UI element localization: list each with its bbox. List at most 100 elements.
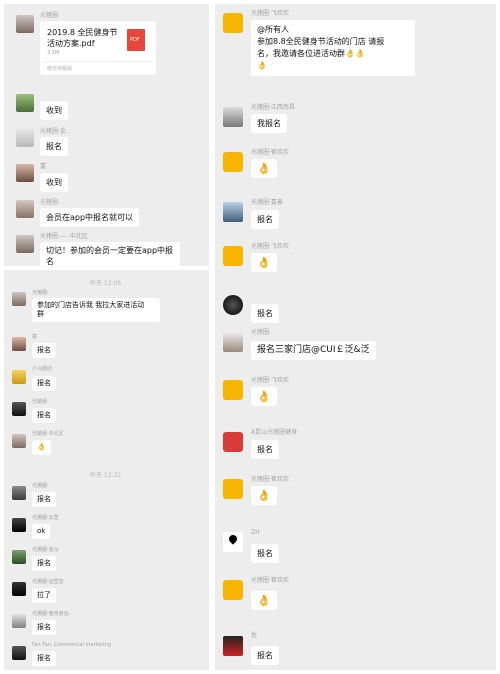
avatar[interactable]	[12, 370, 26, 384]
sender-name: 光猪圈·	[40, 199, 60, 206]
message-text-line: 参加的门店告诉我 我拉大家进活动	[37, 301, 145, 309]
message-bubble[interactable]: 收到	[40, 173, 68, 192]
avatar[interactable]	[223, 246, 243, 266]
avatar[interactable]	[12, 292, 26, 306]
message-text-line: 参加8.8全民健身节活动的门店 请报	[257, 37, 385, 46]
timestamp: 昨天 12:05	[90, 280, 122, 287]
left-top-chat-panel: 光猪圈· 2019.8 全民健身节 活动方案.pdf 3.1M PDF 微信电脑…	[4, 4, 209, 270]
message-text-line: 切记！参加的会员一定要在app中报	[46, 246, 174, 255]
pdf-badge: PDF	[130, 37, 140, 43]
avatar[interactable]	[223, 580, 243, 600]
message-bubble[interactable]: 报名	[251, 440, 279, 459]
sender-name: 富	[40, 163, 47, 170]
sender-name: 光猪圈·	[32, 483, 49, 489]
sender-name: 光猪圈·	[40, 12, 60, 19]
sender-name: 光猪圈·飞欢欢	[251, 10, 289, 17]
message-bubble[interactable]: 报名	[32, 620, 56, 635]
message-bubble[interactable]: 报名	[40, 137, 68, 156]
avatar[interactable]	[16, 129, 34, 147]
sender-name: 小马圈店	[32, 366, 53, 372]
message-bubble[interactable]: 报名	[251, 646, 279, 665]
message-bubble[interactable]: 切记！参加的会员一定要在app中报 名	[40, 242, 180, 270]
message-bubble[interactable]: 👌	[251, 591, 277, 610]
avatar[interactable]	[12, 518, 26, 532]
sender-name: 光猪圈·	[251, 329, 271, 336]
avatar[interactable]	[223, 202, 243, 222]
sender-name: 光猪圈·中北区	[32, 431, 64, 437]
sender-name: 光猪圈·崔欢欢	[251, 577, 289, 584]
avatar[interactable]	[12, 434, 26, 448]
message-bubble[interactable]: 👌	[251, 387, 277, 406]
avatar[interactable]	[12, 582, 26, 596]
sender-name: 光猪圈·金马	[32, 547, 59, 553]
avatar[interactable]	[12, 614, 26, 628]
sender-name: 光猪圈·健身房运..	[32, 611, 72, 617]
sender-name: Fan Fan, Commercial marketing	[32, 642, 112, 648]
avatar[interactable]	[12, 337, 26, 351]
avatar[interactable]	[16, 15, 34, 33]
sender-name: 光猪圈·― ·中北区	[40, 233, 88, 240]
avatar[interactable]	[223, 380, 243, 400]
sender-name: 光猪圈·	[32, 399, 49, 405]
avatar[interactable]	[223, 152, 243, 172]
avatar[interactable]	[223, 13, 243, 33]
timestamp: 昨天 12:22	[90, 472, 122, 479]
message-bubble[interactable]: ok	[32, 524, 51, 539]
message-bubble[interactable]: 报名三家门店@CUI￡泛&泛	[251, 341, 376, 360]
message-bubble[interactable]: 收到	[40, 101, 68, 120]
avatar[interactable]	[12, 646, 26, 660]
avatar[interactable]	[223, 479, 243, 499]
sender-name: A昆山光猪圈健身	[251, 429, 298, 436]
message-bubble[interactable]: 拉了	[32, 588, 56, 603]
file-source: 微信电脑版	[47, 66, 73, 72]
message-bubble[interactable]: 👌	[32, 440, 51, 455]
message-bubble[interactable]: 报名	[251, 210, 279, 229]
message-bubble[interactable]: 我报名	[251, 114, 287, 133]
pdf-file-icon: PDF	[127, 29, 145, 51]
file-size: 3.1M	[47, 50, 60, 56]
avatar[interactable]	[12, 486, 26, 500]
message-bubble[interactable]: 报名	[32, 492, 56, 507]
sender-name: 光猪圈·嘉善	[251, 199, 283, 206]
sender-name: 光猪圈·	[32, 290, 49, 296]
message-bubble[interactable]: 报名	[32, 651, 56, 666]
sender-name: 光猪圈·飞欢欢	[251, 243, 289, 250]
avatar[interactable]	[16, 200, 34, 218]
avatar[interactable]	[223, 295, 243, 315]
avatar[interactable]	[223, 107, 243, 127]
sender-name: 光猪圈·运营店	[32, 579, 64, 585]
sender-name: 光猪圈·崔欢欢	[251, 476, 289, 483]
message-bubble[interactable]: 会员在app中报名就可以	[40, 208, 140, 227]
avatar[interactable]	[223, 636, 243, 656]
avatar[interactable]	[16, 94, 34, 112]
message-bubble[interactable]: 👌	[251, 159, 277, 178]
file-card[interactable]: 2019.8 全民健身节 活动方案.pdf 3.1M PDF 微信电脑版	[40, 21, 156, 75]
avatar[interactable]	[223, 332, 243, 352]
avatar[interactable]	[223, 532, 243, 552]
avatar[interactable]	[223, 432, 243, 452]
sender-name: 光猪圈·云营	[32, 515, 59, 521]
message-bubble[interactable]: 报名	[32, 376, 56, 391]
file-name-line2: 活动方案.pdf	[47, 39, 95, 48]
avatar[interactable]	[16, 235, 34, 253]
message-bubble[interactable]: 报名	[251, 544, 279, 563]
message-text-line: 名	[46, 257, 54, 266]
avatar[interactable]	[16, 164, 34, 182]
message-bubble[interactable]: @所有人 参加8.8全民健身节活动的门店 请报 名，我邀请各位进活动群👌👌 👌	[251, 20, 415, 76]
avatar[interactable]	[12, 402, 26, 416]
message-bubble[interactable]: 报名	[32, 343, 56, 358]
sender-name: 佐	[251, 632, 258, 639]
message-bubble[interactable]: 报名	[251, 304, 279, 323]
avatar[interactable]	[12, 550, 26, 564]
left-bottom-chat-panel: 昨天 12:05 光猪圈· 参加的门店告诉我 我拉大家进活动 群 富 报名 小马…	[4, 270, 209, 670]
message-bubble[interactable]: 👌	[251, 486, 277, 505]
message-text-line: 群	[37, 310, 44, 318]
message-text-line: @所有人	[257, 25, 289, 34]
sender-name: 光猪圈·金..	[40, 128, 70, 135]
file-name-line1: 2019.8 全民健身节	[47, 28, 118, 37]
message-bubble[interactable]: 参加的门店告诉我 我拉大家进活动 群	[32, 298, 160, 322]
message-bubble[interactable]: 报名	[32, 556, 56, 571]
message-bubble[interactable]: 报名	[32, 408, 56, 423]
right-chat-panel: 光猪圈·飞欢欢 @所有人 参加8.8全民健身节活动的门店 请报 名，我邀请各位进…	[215, 4, 496, 670]
message-bubble[interactable]: 👌	[251, 253, 277, 272]
